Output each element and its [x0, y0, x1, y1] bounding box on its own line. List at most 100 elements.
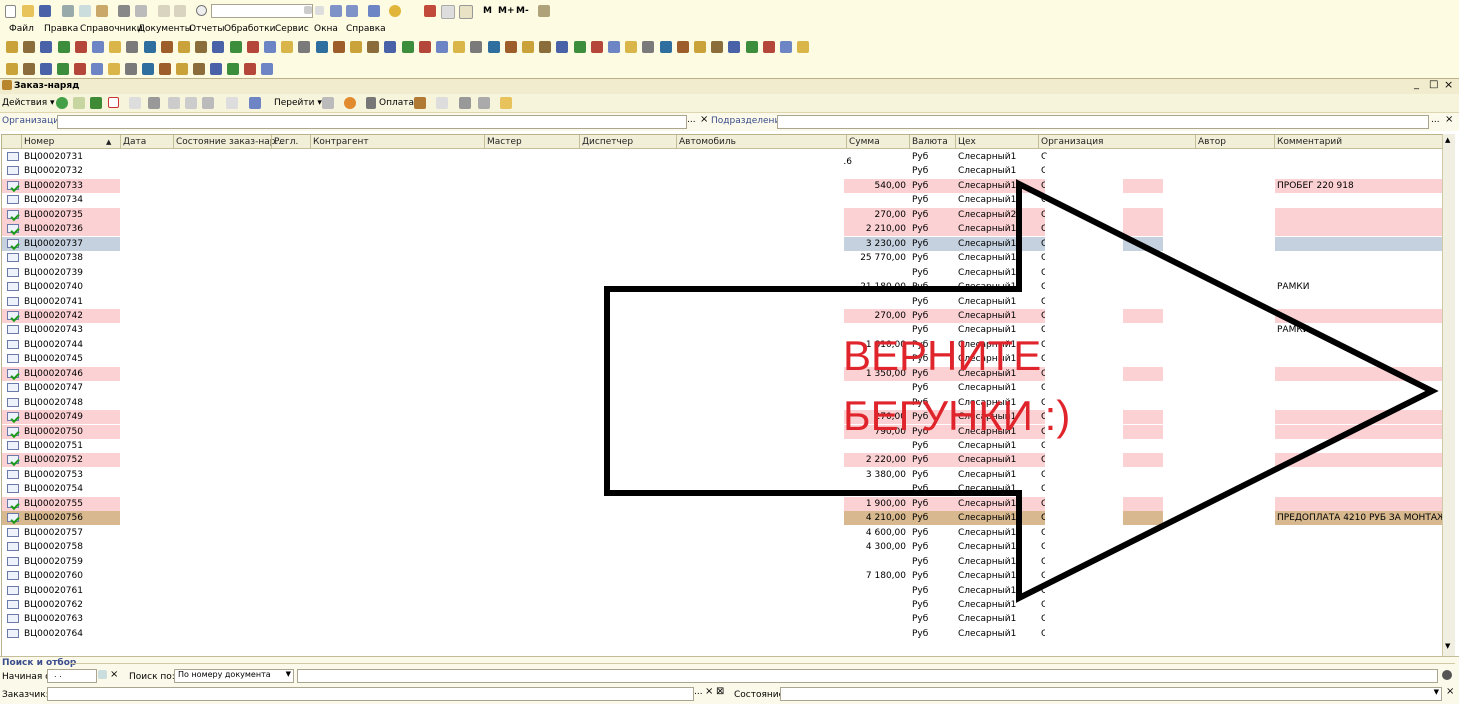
list-icon[interactable] [478, 97, 490, 109]
toolbar-button-icon[interactable] [246, 41, 259, 53]
filter-list-icon[interactable] [202, 97, 214, 109]
toolbar-button-icon[interactable] [367, 41, 380, 53]
state-select[interactable]: ▼ [780, 687, 1442, 701]
find-icon[interactable] [196, 5, 207, 16]
paste-icon[interactable] [96, 5, 108, 17]
toolbar-button-icon[interactable] [590, 41, 603, 53]
column-header[interactable]: Дата [123, 137, 146, 147]
toolbar-button-icon[interactable] [298, 41, 311, 53]
toolbar-button-icon[interactable] [556, 41, 569, 53]
toolbar-button-icon[interactable] [642, 41, 655, 53]
undo-icon[interactable] [158, 5, 170, 17]
search-text-input[interactable] [297, 669, 1438, 683]
copy-row-icon[interactable] [73, 97, 85, 109]
toolbar-button-icon[interactable] [573, 41, 586, 53]
tree-icon[interactable] [459, 97, 471, 109]
print-menu-icon[interactable] [414, 97, 426, 109]
open-folder-icon[interactable] [22, 5, 34, 17]
clear-find-icon[interactable] [315, 6, 324, 15]
column-header[interactable]: Цех [958, 137, 976, 147]
toolbar-button-icon[interactable] [694, 41, 706, 53]
toolbar-button-icon[interactable] [23, 63, 35, 75]
toolbar-button-icon[interactable] [212, 41, 225, 53]
toolbar-button-icon[interactable] [178, 41, 190, 53]
toolbar-button-icon[interactable] [401, 41, 414, 53]
column-header[interactable]: Состояние заказ-нар... [176, 137, 284, 147]
vertical-scrollbar[interactable]: ▲ ▼ [1442, 134, 1455, 656]
column-divider[interactable] [1195, 135, 1196, 148]
toolbar-button-icon[interactable] [350, 41, 362, 53]
toolbar-button-icon[interactable] [142, 63, 154, 75]
column-header[interactable]: Регл. [274, 137, 298, 147]
refresh-icon[interactable] [148, 97, 160, 109]
toolbar-button-icon[interactable] [193, 63, 205, 75]
new-document-icon[interactable] [5, 5, 16, 18]
save-icon[interactable] [39, 5, 51, 17]
subdivision-field[interactable] [777, 115, 1429, 129]
subdivision-clear-icon[interactable]: × [1445, 114, 1453, 125]
close-button[interactable]: × [1444, 78, 1453, 91]
toolbar-button-icon[interactable] [453, 41, 466, 53]
preview-icon[interactable] [135, 5, 147, 17]
toolbar-button-icon[interactable] [92, 41, 104, 53]
column-divider[interactable] [909, 135, 910, 148]
toolbar-button-icon[interactable] [745, 41, 758, 53]
customer-field[interactable] [47, 687, 694, 701]
toolbar-button-icon[interactable] [522, 41, 534, 53]
pay-button[interactable]: Оплата [379, 98, 414, 108]
toolbar-button-icon[interactable] [470, 41, 483, 53]
find-dropdown-icon[interactable] [304, 6, 312, 14]
toolbar-button-icon[interactable] [210, 63, 222, 75]
organization-field[interactable] [57, 115, 687, 129]
start-clear-icon[interactable]: × [110, 669, 118, 680]
menu-reports[interactable]: Отчеты [189, 24, 225, 34]
toolbar-button-icon[interactable] [625, 41, 638, 53]
customer-clear-icon[interactable]: × [705, 686, 713, 697]
toolbar-button-icon[interactable] [384, 41, 397, 53]
toolbar-button-icon[interactable] [6, 41, 18, 53]
column-header[interactable]: Автор [1198, 137, 1226, 147]
column-header[interactable]: Контрагент [313, 137, 369, 147]
tools-icon[interactable] [538, 5, 550, 17]
cut-icon[interactable] [62, 5, 74, 17]
find-prev-icon[interactable] [346, 5, 358, 17]
column-divider[interactable] [21, 135, 22, 148]
column-divider[interactable] [1274, 135, 1275, 148]
toolbar-button-icon[interactable] [315, 41, 328, 53]
toolbar-button-icon[interactable] [261, 63, 273, 75]
folder-icon[interactable] [500, 97, 512, 109]
column-header[interactable]: Номер [24, 137, 54, 147]
column-divider[interactable] [120, 135, 121, 148]
toolbar-button-icon[interactable] [126, 41, 139, 53]
toolbar-button-icon[interactable] [57, 41, 70, 53]
post-icon[interactable] [129, 97, 141, 109]
scroll-up-icon[interactable]: ▲ [1445, 136, 1450, 144]
structure-icon[interactable] [249, 97, 261, 109]
toolbar-button-icon[interactable] [91, 63, 103, 75]
customer-select-button[interactable]: ... [694, 687, 703, 697]
search-icon[interactable] [1442, 670, 1452, 680]
toolbar-button-icon[interactable] [176, 63, 188, 75]
column-divider[interactable] [579, 135, 580, 148]
column-header[interactable]: Комментарий [1277, 137, 1342, 147]
minimize-button[interactable]: _ [1414, 79, 1419, 90]
find-next-icon[interactable] [330, 5, 342, 17]
menu-service[interactable]: Сервис [275, 24, 309, 34]
toolbar-button-icon[interactable] [195, 41, 208, 53]
toolbar-button-icon[interactable] [762, 41, 775, 53]
go-menu[interactable]: Перейти ▾ [274, 98, 322, 108]
column-header[interactable]: Валюта [912, 137, 948, 147]
column-divider[interactable] [955, 135, 956, 148]
toolbar-button-icon[interactable] [418, 41, 431, 53]
column-header[interactable]: Диспетчер [582, 137, 633, 147]
column-divider[interactable] [484, 135, 485, 148]
toolbar-button-icon[interactable] [436, 41, 448, 53]
toolbar-button-icon[interactable] [125, 63, 137, 75]
organization-select-button[interactable]: ... [687, 115, 696, 125]
menu-documents[interactable]: Документы [138, 24, 192, 34]
toolbar-button-icon[interactable] [676, 41, 689, 53]
add-icon[interactable] [56, 97, 68, 109]
toolbar-button-icon[interactable] [74, 63, 86, 75]
copy-icon[interactable] [79, 5, 91, 17]
toolbar-button-icon[interactable] [6, 63, 18, 75]
